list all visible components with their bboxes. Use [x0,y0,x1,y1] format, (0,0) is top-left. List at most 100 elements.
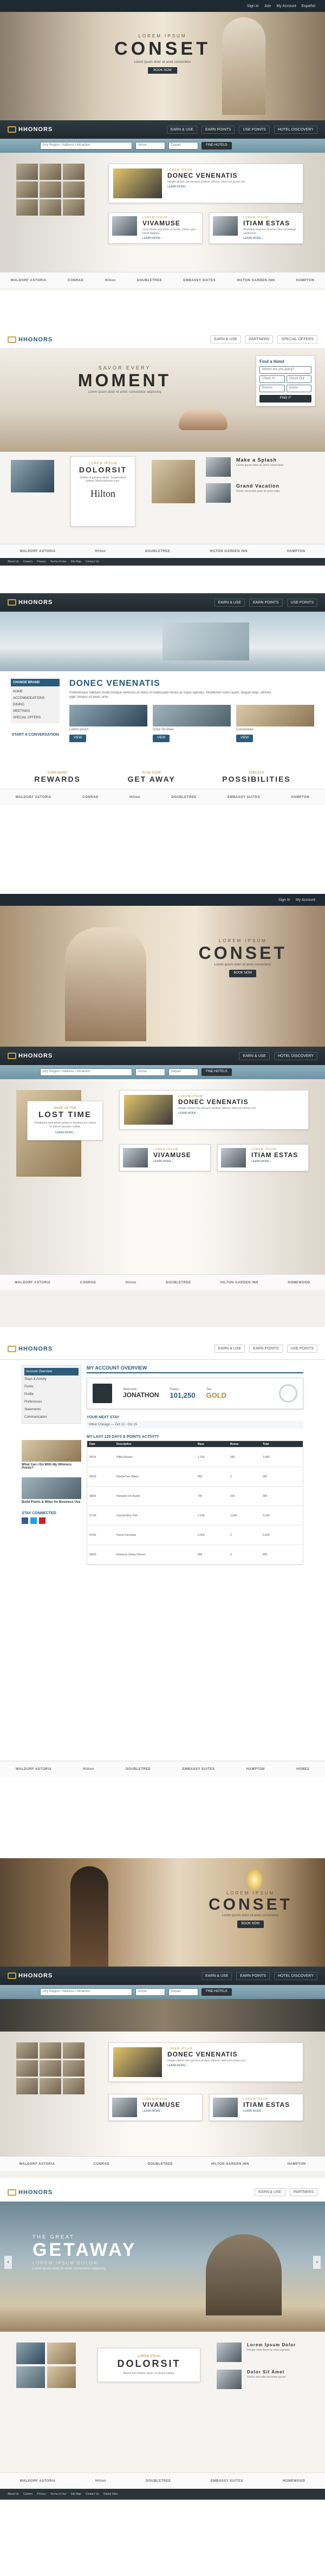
thumb[interactable] [63,164,84,180]
brand-logo[interactable]: EMBASSY SUITES [183,279,216,282]
grid-photo[interactable] [16,2343,45,2364]
find-it-button[interactable]: FIND IT [259,395,311,403]
footer-link[interactable]: Site Map [70,2493,81,2496]
thumb[interactable] [16,2078,38,2094]
brand-logo[interactable]: DOUBLETREE [137,279,162,282]
brand-logo[interactable]: HAMPTON [287,550,306,553]
side-promo[interactable]: Build Points & Miles for Business Use [22,1477,81,1504]
nav-partners[interactable]: PARTNERS [289,2188,317,2196]
learn-more-link[interactable]: LEARN MORE › [153,1160,191,1163]
col-header[interactable]: Bonus [230,1443,252,1446]
account-nav-item[interactable]: Profile [24,1391,79,1398]
hhonors-logo[interactable]: HHONORS [8,1972,53,1979]
side-item[interactable]: Grand Vacation Donec venenatis justo sit … [206,483,314,503]
learn-more-link[interactable]: LEARN MORE › [243,2110,290,2113]
sidebar-item[interactable]: HOME [13,689,57,695]
hhonors-logo[interactable]: HHONORS [8,1053,53,1059]
table-row[interactable]: 08/02 Hampton Inn Austin 700 200 900 [87,1487,303,1506]
nav-earn-use[interactable]: EARN & USE [210,335,241,343]
table-row[interactable]: 06/20 Embassy Suites Denver 800 0 800 [87,1545,303,1565]
carousel-prev-icon[interactable]: ‹ [4,2256,12,2269]
learn-more-link[interactable]: LEARN MORE › [33,1131,97,1134]
brand-logo[interactable]: HAMPTON [296,279,315,282]
learn-more-link[interactable]: LEARN MORE › [243,237,300,240]
book-now-button[interactable]: BOOK NOW [148,67,177,74]
destination-input[interactable]: Any Region / Address / Attraction [40,1068,132,1076]
grid-photo[interactable] [16,2366,45,2388]
learn-more-link[interactable]: LEARN MORE › [178,1112,257,1115]
hhonors-logo[interactable]: HHONORS [8,336,53,343]
footer-link[interactable]: Terms of Use [50,2493,66,2496]
brand-logo[interactable]: Hilton [95,550,106,553]
arrive-input[interactable]: Arrive [135,1068,165,1076]
nav-hotel-discovery[interactable]: HOTEL DISCOVERY [274,1971,317,1980]
brand-logo[interactable]: HAMPTON [246,1768,265,1771]
nav-earn-points[interactable]: EARN POINTS [249,598,283,607]
footer-link[interactable]: Contact Us [86,560,99,563]
thumb[interactable] [40,199,61,216]
thumb[interactable] [40,181,61,198]
brand-logo[interactable]: HILTON GARDEN INN [210,550,248,553]
col-header[interactable]: Base [198,1443,219,1446]
brand-logo[interactable]: WALDORF ASTORIA [20,2480,56,2483]
hhonors-logo[interactable]: HHONORS [8,126,53,133]
brand-logo[interactable]: DOUBLETREE [166,1281,191,1284]
table-row[interactable]: 08/30 DoubleTree Miami 950 0 950 [87,1467,303,1487]
book-now-button[interactable]: BOOK NOW [229,970,257,977]
where-input[interactable]: Where are you going? [259,366,311,374]
brand-logo[interactable]: CONRAD [80,1281,96,1284]
brand-logo[interactable]: Hilton [83,1768,94,1771]
account-nav-item[interactable]: Communication [24,1413,79,1421]
card-view-button[interactable]: VIEW [69,735,87,742]
nav-use-points[interactable]: USE POINTS [287,598,317,607]
brand-logo[interactable]: EMBASSY SUITES [211,2480,243,2483]
brand-logo[interactable]: HOME2 [296,1768,309,1771]
nav-earn-use[interactable]: EARN & USE [239,1052,270,1060]
hhonors-logo[interactable]: HHONORS [8,1345,53,1352]
twitter-icon[interactable] [30,1517,37,1524]
check-out-input[interactable]: Check Out [286,375,311,383]
language-link[interactable]: Español [302,4,315,8]
thumb[interactable] [16,2042,38,2059]
nav-earn-points[interactable]: EARN POINTS [202,125,235,134]
brand-logo[interactable]: WALDORF ASTORIA [11,279,47,282]
footer-link[interactable]: Global Sites [103,2493,118,2496]
nav-special-offers[interactable]: SPECIAL OFFERS [277,335,317,343]
my-account-link[interactable]: My Account [296,898,315,902]
nav-earn-points[interactable]: EARN POINTS [249,1345,283,1353]
brand-logo[interactable]: DOUBLETREE [145,550,170,553]
card-view-button[interactable]: VIEW [236,735,253,742]
col-header[interactable]: Description [116,1443,187,1446]
grid-photo[interactable] [47,2343,76,2364]
find-hotels-button[interactable]: FIND HOTELS [202,1988,232,1996]
card-view-button[interactable]: VIEW [153,735,170,742]
thumb[interactable] [63,199,84,216]
account-nav-item[interactable]: Statements [24,1406,79,1413]
brand-logo[interactable]: Hilton [95,2480,106,2483]
footer-link[interactable]: Site Map [70,560,81,563]
learn-more-link[interactable]: LEARN MORE › [251,1160,298,1163]
brand-logo[interactable]: DOUBLETREE [146,2480,171,2483]
nav-earn-use[interactable]: EARN & USE [214,1345,245,1353]
thumb[interactable] [63,181,84,198]
brand-logo[interactable]: WALDORF ASTORIA [20,550,55,553]
learn-more-link[interactable]: LEARN MORE › [142,2110,180,2113]
footer-link[interactable]: Privacy [37,560,46,563]
sidebar-item[interactable]: DINING [13,702,57,708]
thumb[interactable] [63,2042,84,2059]
thumb[interactable] [16,2060,38,2077]
footer-link[interactable]: Careers [23,560,33,563]
account-nav-item[interactable]: Account Overview [24,1368,79,1375]
footer-link[interactable]: Careers [23,2493,33,2496]
thumb[interactable] [40,164,61,180]
brand-logo[interactable]: CONRAD [94,2163,109,2166]
thumb[interactable] [16,199,38,216]
thumb[interactable] [63,2078,84,2094]
nav-earn-points[interactable]: EARN POINTS [236,1971,270,1980]
footer-link[interactable]: Privacy [37,2493,46,2496]
side-item[interactable]: Dolor Sit Amet Donec sed odio dui lorem i… [217,2370,314,2389]
nav-partners[interactable]: PARTNERS [245,335,274,343]
upcoming-stay[interactable]: Hilton Chicago — Oct 12 - Oct 15 [87,1421,303,1429]
nav-earn-use[interactable]: EARN & USE [214,598,245,607]
find-hotels-button[interactable]: FIND HOTELS [202,142,232,150]
